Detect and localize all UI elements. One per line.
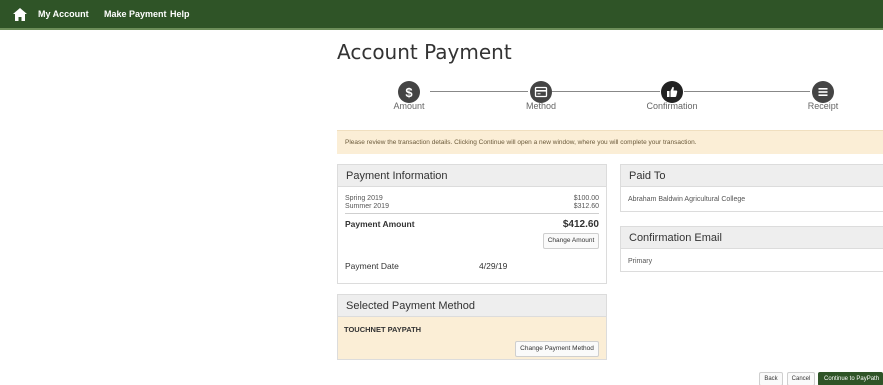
review-notice: Please review the transaction details. C… — [337, 130, 883, 154]
step-method-circle — [530, 81, 552, 103]
home-icon[interactable] — [13, 8, 27, 21]
payment-information-panel: Payment Information Spring 2019 $100.00 … — [337, 164, 607, 284]
svg-text:$: $ — [405, 85, 413, 100]
page-title: Account Payment — [337, 40, 512, 64]
payee-name: Abraham Baldwin Agricultural College — [628, 196, 746, 203]
panel-title: Payment Information — [346, 170, 448, 182]
step-label-method: Method — [525, 101, 557, 111]
continue-to-paypath-button[interactable]: Continue to PayPath — [818, 372, 883, 385]
change-amount-button[interactable]: Change Amount — [543, 233, 599, 249]
thumbs-up-icon — [667, 86, 678, 97]
top-nav: My Account Make Payment Help — [0, 0, 883, 30]
nav-my-account[interactable]: My Account — [38, 9, 89, 19]
panel-title: Selected Payment Method — [346, 300, 476, 312]
change-payment-method-button[interactable]: Change Payment Method — [515, 341, 599, 357]
back-button[interactable]: Back — [759, 372, 783, 385]
panel-header: Confirmation Email — [621, 227, 883, 249]
step-amount-circle: $ — [398, 81, 420, 103]
step-label-amount: Amount — [393, 101, 425, 111]
panel-header: Selected Payment Method — [338, 295, 606, 317]
line-item-term: Spring 2019 — [345, 195, 383, 202]
line-item-amount: $312.60 — [573, 203, 599, 210]
payment-date-value: 4/29/19 — [479, 261, 508, 271]
dollar-icon: $ — [405, 85, 413, 100]
cancel-button[interactable]: Cancel — [787, 372, 815, 385]
step-connector — [552, 91, 660, 92]
nav-help[interactable]: Help — [170, 9, 190, 19]
primary-email-label: Primary — [628, 258, 653, 265]
payment-amount-value: $412.60 — [562, 219, 599, 230]
panel-title: Confirmation Email — [629, 232, 722, 244]
step-label-receipt: Receipt — [807, 101, 839, 111]
step-label-confirmation: Confirmation — [646, 101, 698, 111]
panel-header: Paid To — [621, 165, 883, 187]
notice-text: Please review the transaction details. C… — [345, 139, 697, 146]
panel-header: Payment Information — [338, 165, 606, 187]
paid-to-panel: Paid To Abraham Baldwin Agricultural Col… — [620, 164, 883, 212]
credit-card-icon — [534, 86, 548, 98]
list-icon — [818, 88, 828, 96]
step-connector — [430, 91, 528, 92]
payment-date-label: Payment Date — [345, 261, 399, 271]
nav-make-payment[interactable]: Make Payment — [104, 9, 167, 19]
selected-payment-method-panel: Selected Payment Method TOUCHNET PAYPATH… — [337, 294, 607, 360]
line-item-amount: $100.00 — [573, 195, 599, 202]
step-confirmation-circle — [661, 81, 683, 103]
panel-title: Paid To — [629, 170, 666, 182]
method-highlight: TOUCHNET PAYPATH Change Payment Method — [338, 317, 606, 359]
payment-method-name: TOUCHNET PAYPATH — [344, 325, 422, 334]
divider — [345, 213, 599, 214]
line-item-term: Summer 2019 — [345, 203, 389, 210]
step-receipt-circle — [812, 81, 834, 103]
payment-amount-label: Payment Amount — [345, 219, 415, 229]
step-connector — [684, 91, 810, 92]
confirmation-email-panel: Confirmation Email Primary — [620, 226, 883, 272]
